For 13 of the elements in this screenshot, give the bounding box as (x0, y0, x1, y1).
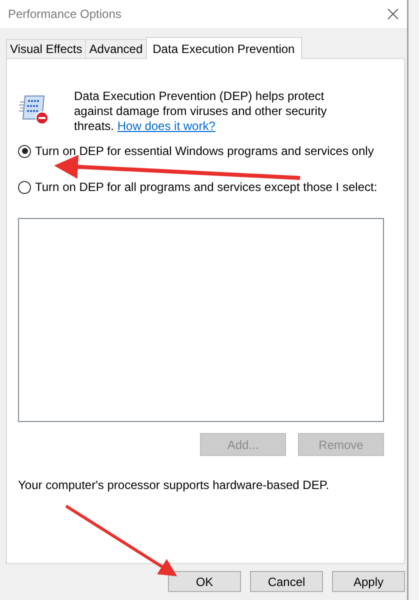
how-it-works-link[interactable]: How does it work? (117, 119, 216, 133)
binary-document-icon (18, 93, 50, 125)
window-title: Performance Options (8, 7, 122, 21)
radio-button[interactable] (18, 144, 31, 158)
dialog-button[interactable]: Apply (332, 571, 405, 592)
dialog-button[interactable]: OK (168, 571, 241, 592)
support-note: Your computer's processor supports hardware-based DEP. (18, 478, 330, 492)
tab[interactable]: Data Execution Prevention (146, 37, 302, 59)
close-icon[interactable] (387, 8, 399, 20)
dialog-button[interactable]: Cancel (250, 571, 323, 592)
radio-button[interactable] (18, 180, 31, 194)
dep-description: Data Execution Prevention (DEP) helps protect against damage from viruses and other security threats. How does it work? (74, 89, 328, 134)
tab[interactable]: Visual Effects (6, 39, 86, 58)
